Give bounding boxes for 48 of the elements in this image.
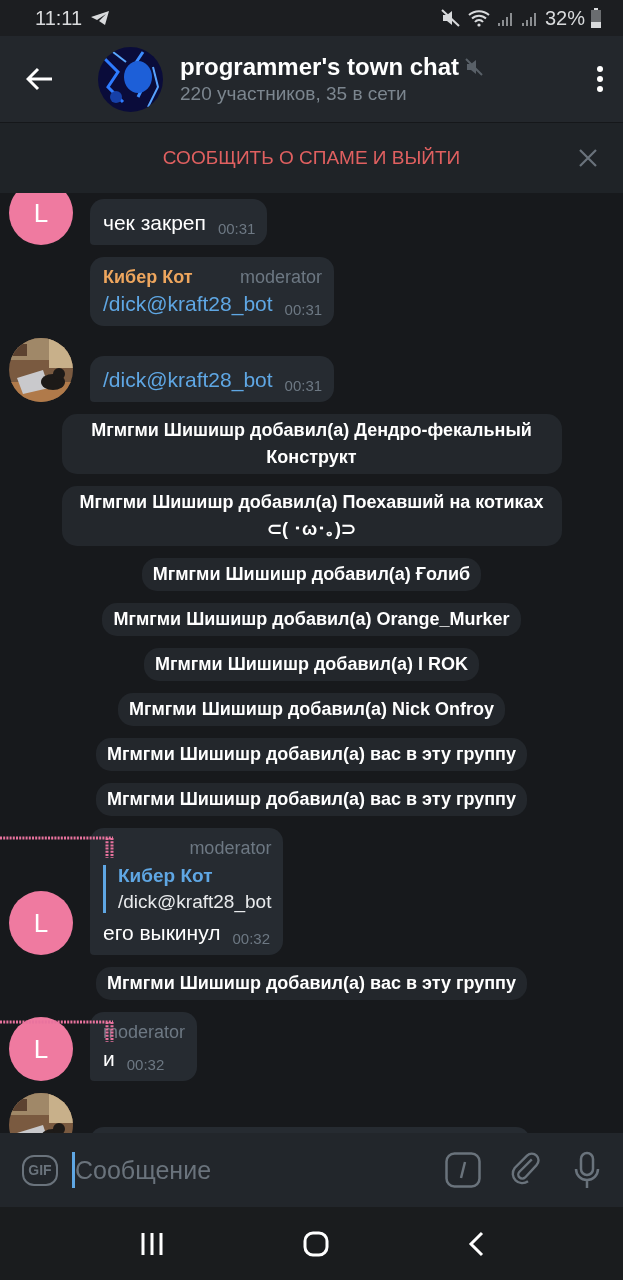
service-message: Мгмгми Шишишр добавил(а) вас в эту группу: [96, 738, 527, 771]
sender-name[interactable]: Кибер Кот: [103, 267, 193, 288]
role-label: moderator: [189, 838, 272, 859]
home-icon[interactable]: [302, 1230, 329, 1257]
message-text: чек закреп: [103, 210, 206, 236]
more-icon: [597, 66, 603, 92]
message-time: 00:32: [232, 930, 270, 947]
member-count: 220 участников, 35 в сети: [180, 83, 408, 105]
message-time: 00:31: [217, 220, 256, 237]
gif-button[interactable]: GIF: [22, 1154, 58, 1186]
message-text: его выкинул: [103, 920, 221, 946]
text-cursor: [72, 1152, 75, 1188]
message-text: и: [103, 1046, 115, 1072]
wifi-icon: [466, 9, 491, 27]
role-label: moderator: [240, 267, 323, 288]
reply-quote[interactable]: Кибер Кот /dick@kraft28_bot: [103, 865, 272, 913]
slash-command-icon[interactable]: [445, 1152, 481, 1188]
microphone-icon[interactable]: [573, 1151, 601, 1189]
role-label: moderator: [103, 1022, 186, 1043]
clock-text: 11:11: [35, 6, 83, 30]
service-message: Мгмгми Шишишр добавил(а) Orange_Murker: [102, 603, 521, 636]
quoted-sender: Кибер Кот: [118, 865, 214, 887]
back-icon[interactable]: [467, 1230, 484, 1257]
command-link[interactable]: /dick@kraft28_bot: [103, 364, 273, 394]
service-message: Мгмгми Шишишр добавил(а) вас в эту группу: [96, 783, 527, 816]
message-time: 00:31: [284, 301, 323, 318]
service-message: Мгмгми Шишишр добавил(а) Поехавший на котиках ⊂( ･ω･｡)⊃: [61, 486, 562, 546]
close-icon[interactable]: [579, 149, 597, 167]
message-time: 00:32: [126, 1056, 165, 1073]
mute-icon: [440, 9, 461, 27]
command-link[interactable]: /dick@kraft28_bot: [103, 288, 273, 318]
message-time: 00:31: [284, 377, 323, 394]
service-message: Мгмгми Шишишр добавил(а) I ROK: [144, 648, 479, 681]
service-message: Мгмгми Шишишр добавил(а) Nick Onfroy: [117, 693, 505, 726]
battery-text: 32%: [544, 6, 585, 30]
paper-plane-icon: [90, 10, 111, 26]
user-avatar[interactable]: L: [9, 891, 73, 955]
message-input[interactable]: Сообщение: [75, 1155, 431, 1185]
service-message: Мгмгми Шишишр добавил(а) вас в эту группу: [96, 967, 527, 1000]
recent-apps-icon[interactable]: [139, 1231, 164, 1256]
user-avatar[interactable]: L: [9, 1017, 73, 1081]
chat-title: programmer's town chat: [180, 53, 460, 81]
user-avatar[interactable]: L: [9, 193, 73, 245]
battery-icon: [591, 8, 601, 28]
back-icon[interactable]: [26, 67, 54, 91]
quoted-text: /dick@kraft28_bot: [118, 891, 272, 913]
service-message: Мгмгми Шишишр добавил(а) Ғолиб: [141, 558, 482, 591]
service-message: Мгмгми Шишишр добавил(а) Дендро-фекальный Конструкт: [61, 414, 562, 474]
